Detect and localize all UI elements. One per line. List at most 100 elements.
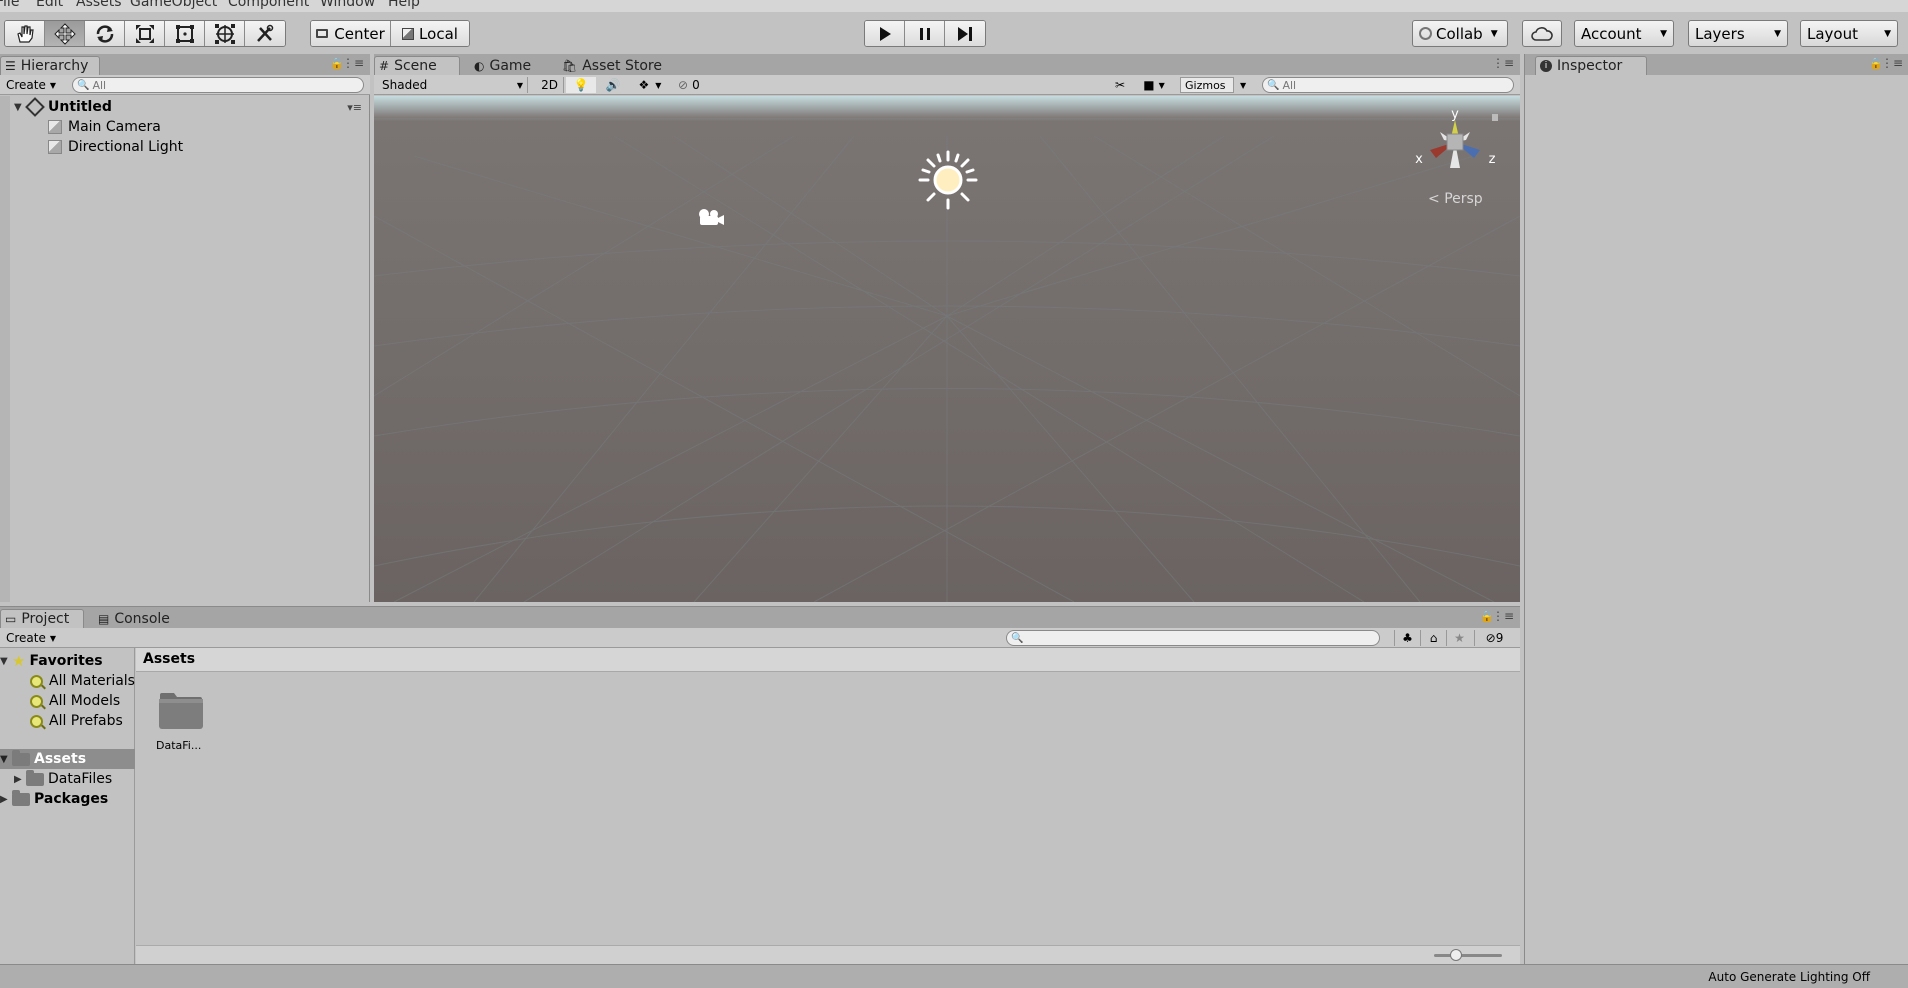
favorite-item[interactable]: All Prefabs xyxy=(30,711,123,731)
asset-grid-item[interactable]: DataFi... xyxy=(156,691,208,761)
scene-root-row[interactable]: ▼ Untitled ▾≡ xyxy=(14,97,366,117)
move-tool-button[interactable] xyxy=(45,21,85,46)
projection-text: Persp xyxy=(1444,191,1483,207)
tab-console-label: Console xyxy=(114,610,170,627)
scale-icon xyxy=(135,24,154,43)
mode-2d-toggle[interactable]: 2D xyxy=(536,77,564,93)
menu-help[interactable]: Help xyxy=(388,0,420,10)
search-by-type-button[interactable]: ♣ xyxy=(1394,630,1420,646)
hidden-packages-count: 9 xyxy=(1495,631,1504,645)
pivot-center-button[interactable]: Center xyxy=(311,21,391,46)
hand-tool-button[interactable] xyxy=(5,21,45,46)
account-dropdown[interactable]: Account ▼ xyxy=(1574,20,1674,47)
pacman-icon: ◐ xyxy=(474,58,485,73)
collab-dropdown[interactable]: Collab ▼ xyxy=(1412,20,1508,47)
assets-row[interactable]: ▼ Assets xyxy=(0,749,135,769)
icon-size-slider[interactable] xyxy=(1434,954,1502,957)
save-search-button[interactable]: ★ xyxy=(1446,630,1472,646)
expand-arrow-icon[interactable]: ▶ xyxy=(0,794,12,805)
panel-menu-icon[interactable]: ⋮≡ xyxy=(1492,56,1514,70)
asset-grid-label: DataFi... xyxy=(156,739,202,752)
search-by-label-button[interactable]: ⌂ xyxy=(1420,630,1446,646)
audio-toggle[interactable]: 🔊 xyxy=(598,77,628,93)
favorite-item[interactable]: All Models xyxy=(30,691,120,711)
tools-icon: ✂ xyxy=(1114,78,1126,92)
scene-tools-button[interactable]: ✂ xyxy=(1106,77,1134,93)
effects-dropdown[interactable]: ❖ ▼ xyxy=(630,77,670,93)
scene-viewport[interactable]: y x z < Persp xyxy=(374,96,1520,602)
space-local-button[interactable]: Local xyxy=(391,21,469,46)
cloud-button[interactable] xyxy=(1522,20,1562,47)
asset-folder-label: DataFiles xyxy=(48,771,113,787)
layout-dropdown[interactable]: Layout ▼ xyxy=(1800,20,1898,47)
shading-mode-dropdown[interactable]: Shaded ▼ xyxy=(378,77,528,93)
cloud-icon xyxy=(1531,26,1553,41)
panel-menu-icon[interactable]: ⋮≡ xyxy=(1492,609,1514,623)
menu-assets[interactable]: Assets xyxy=(76,0,122,10)
status-bar: Auto Generate Lighting Off xyxy=(0,964,1908,988)
camera-dropdown[interactable]: ■ ▼ xyxy=(1136,77,1172,93)
hidden-objects-toggle[interactable]: ⊘ 0 xyxy=(674,77,710,93)
expand-arrow-icon[interactable]: ▶ xyxy=(14,774,26,785)
expand-arrow-icon[interactable]: ▼ xyxy=(0,656,12,667)
expand-arrow-icon[interactable]: ▼ xyxy=(0,754,12,765)
tab-asset-store[interactable]: 🛍 Asset Store xyxy=(558,56,670,75)
gizmo-lock-icon[interactable] xyxy=(1492,114,1498,121)
orientation-gizmo[interactable]: y x z xyxy=(1410,110,1500,190)
tab-inspector[interactable]: i Inspector xyxy=(1535,56,1647,75)
camera-gizmo-icon[interactable] xyxy=(694,206,726,228)
menu-window[interactable]: Window xyxy=(320,0,375,10)
projection-label[interactable]: < Persp xyxy=(1428,191,1483,207)
play-button[interactable] xyxy=(865,21,905,46)
tab-console[interactable]: ▤ Console xyxy=(94,609,178,628)
sky-horizon xyxy=(374,96,1520,118)
gizmos-arrow[interactable]: ▼ xyxy=(1236,77,1248,93)
scale-tool-button[interactable] xyxy=(125,21,165,46)
transform-tool-button[interactable] xyxy=(205,21,245,46)
step-button[interactable] xyxy=(945,21,985,46)
project-search-input[interactable]: 🔍 xyxy=(1006,630,1380,646)
tab-game[interactable]: ◐ Game xyxy=(470,56,539,75)
hierarchy-search-input[interactable]: 🔍 All xyxy=(72,77,364,93)
shading-mode-label: Shaded xyxy=(382,78,428,92)
hierarchy-item[interactable]: Main Camera xyxy=(48,117,161,137)
panel-menu-icon[interactable]: ⋮≡ xyxy=(1881,56,1903,70)
pause-button[interactable] xyxy=(905,21,945,46)
scene-toolbar: Shaded ▼ 2D 💡 🔊 ❖ ▼ ⊘ 0 ✂ ■ ▼ Gizmos ▼ 🔍 All xyxy=(374,75,1520,95)
scene-search-input[interactable]: 🔍 All xyxy=(1262,77,1514,93)
slider-handle[interactable] xyxy=(1450,949,1462,961)
tab-project[interactable]: ▭ Project xyxy=(0,609,84,628)
playmode-controls xyxy=(864,20,986,47)
lighting-status[interactable]: Auto Generate Lighting Off xyxy=(1708,970,1870,984)
panel-menu-icon[interactable]: ⋮≡ xyxy=(342,56,364,70)
project-create-dropdown[interactable]: Create ▼ xyxy=(2,630,60,646)
menu-gameobject[interactable]: GameObject xyxy=(130,0,217,10)
scene-menu-icon[interactable]: ▾≡ xyxy=(347,101,362,114)
layers-dropdown[interactable]: Layers ▼ xyxy=(1688,20,1788,47)
transform-tools xyxy=(4,20,286,47)
directional-light-icon[interactable] xyxy=(918,150,978,210)
inspector-tabbar: i Inspector 🔒 ⋮≡ xyxy=(1525,54,1908,75)
favorite-item[interactable]: All Materials xyxy=(30,671,135,691)
rect-tool-button[interactable] xyxy=(165,21,205,46)
tab-hierarchy[interactable]: ☰ Hierarchy xyxy=(0,56,100,75)
packages-row[interactable]: ▶ Packages xyxy=(0,789,108,809)
hidden-packages-toggle[interactable]: ⊘ 9 xyxy=(1474,630,1514,646)
lightbulb-icon: 💡 xyxy=(573,78,589,92)
custom-tool-button[interactable] xyxy=(245,21,285,46)
hierarchy-item[interactable]: Directional Light xyxy=(48,137,183,157)
lighting-toggle[interactable]: 💡 xyxy=(566,77,596,93)
rotate-tool-button[interactable] xyxy=(85,21,125,46)
gizmos-dropdown[interactable]: Gizmos xyxy=(1180,77,1234,93)
breadcrumb-assets[interactable]: Assets xyxy=(143,651,195,667)
menu-component[interactable]: Component xyxy=(228,0,309,10)
asset-folder-row[interactable]: ▶ DataFiles xyxy=(14,769,112,789)
menu-edit[interactable]: Edit xyxy=(36,0,63,10)
chevron-down-icon: ▼ xyxy=(49,80,57,90)
tab-scene[interactable]: # Scene xyxy=(374,56,460,75)
axis-y-label: y xyxy=(1451,110,1459,122)
favorites-row[interactable]: ▼ ★ Favorites xyxy=(0,651,103,671)
check-circle-icon xyxy=(1419,27,1432,40)
hierarchy-create-dropdown[interactable]: Create ▼ xyxy=(2,77,60,93)
menu-file[interactable]: File xyxy=(0,0,19,10)
